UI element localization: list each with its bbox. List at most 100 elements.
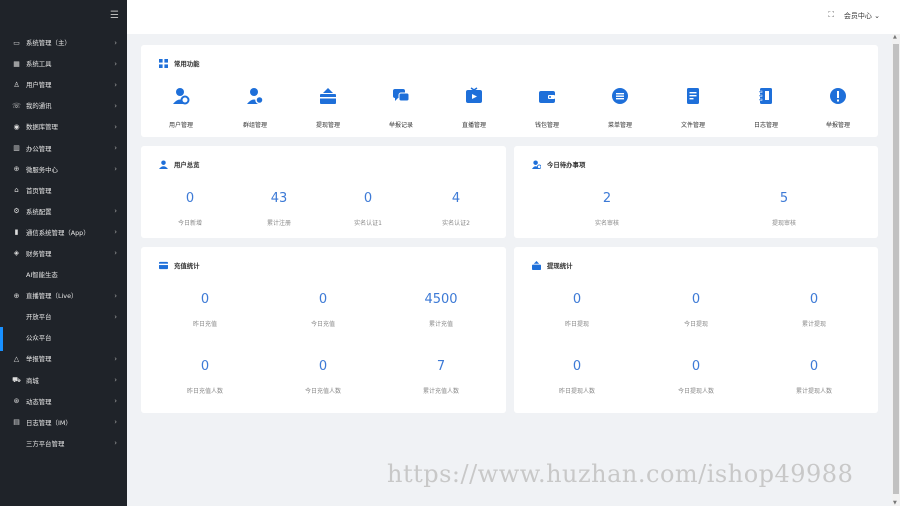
stat-item: 0 累计提现人数 xyxy=(769,359,859,395)
scroll-thumb[interactable] xyxy=(893,44,899,494)
stat-item: 0 今日充值 xyxy=(278,292,368,328)
tv-play-icon xyxy=(466,87,482,103)
sidebar-item-label: 举报管理 xyxy=(26,355,52,364)
sidebar-item[interactable]: ▦ 系统工具 › xyxy=(0,53,127,74)
function-shortcut[interactable]: 提现管理 xyxy=(298,87,358,129)
sidebar-item[interactable]: ⊛ 动态管理 › xyxy=(0,391,127,412)
sidebar-item[interactable]: ⛟ 商城 › xyxy=(0,370,127,391)
sidebar-item-label: 通信系统管理（App） xyxy=(26,228,90,237)
function-shortcut[interactable]: 直播管理 xyxy=(444,87,504,129)
stat-value: 5 xyxy=(779,191,789,206)
sidebar-item[interactable]: △ 举报管理 › xyxy=(0,348,127,369)
sidebar-item[interactable]: ▮ 通信系统管理（App） › xyxy=(0,222,127,243)
function-shortcut[interactable]: 举报管理 xyxy=(808,87,868,129)
function-shortcut[interactable]: 钱包管理 xyxy=(517,87,577,129)
stat-value: 0 xyxy=(363,191,373,206)
function-shortcut[interactable]: 用户管理 xyxy=(151,87,211,129)
sidebar-item-label: 三方平台管理 xyxy=(26,439,65,448)
member-center-menu[interactable]: 会员中心 ⌄ xyxy=(844,11,880,21)
function-shortcut[interactable]: 菜单管理 xyxy=(590,87,650,129)
stat-label: 累计提现 xyxy=(801,321,826,328)
sidebar-item[interactable]: AI智能生态 xyxy=(0,264,127,285)
sidebar-item[interactable]: ⌂ 首页管理 xyxy=(0,180,127,201)
top-bar: ⛶ 会员中心 ⌄ xyxy=(127,0,900,34)
sidebar-item[interactable]: ▥ 办公管理 › xyxy=(0,137,127,158)
stat-item: 0 昨日提现人数 xyxy=(532,359,622,395)
sidebar-item[interactable]: ⊕ 微服务中心 › xyxy=(0,159,127,180)
sidebar: ☰ ▭ 系统管理（主） › ▦ 系统工具 › ♙ 用户管理 › ☏ 我的通讯 › ◉ 数据库管理 › ▥ 办公管… xyxy=(0,0,127,506)
todo-card: 今日待办事项 2 实名审核 5 提现审核 xyxy=(514,146,878,238)
chevron-right-icon: › xyxy=(114,376,117,385)
stat-value: 4500 xyxy=(424,292,458,307)
stat-value: 0 xyxy=(185,191,195,206)
stat-value: 0 xyxy=(318,359,328,374)
sidebar-item[interactable]: 三方平台管理 › xyxy=(0,433,127,454)
document-icon xyxy=(687,88,699,104)
users-icon: ♙ xyxy=(13,80,20,89)
dynamic-icon: ⊛ xyxy=(13,397,20,406)
function-label: 文件管理 xyxy=(680,122,705,129)
stat-label: 今日新增 xyxy=(177,220,202,227)
function-label: 用户管理 xyxy=(168,122,193,129)
alert-icon xyxy=(830,88,846,104)
sidebar-item-label: 用户管理 xyxy=(26,81,52,90)
sidebar-item-label: 系统工具 xyxy=(26,60,52,69)
scroll-down-icon[interactable]: ▼ xyxy=(893,500,897,506)
page-scrollbar[interactable]: ▲ ▼ xyxy=(892,34,900,506)
chevron-right-icon: › xyxy=(114,354,117,363)
phone-icon: ☏ xyxy=(12,101,21,110)
sidebar-item[interactable]: ▭ 系统管理（主） › xyxy=(0,32,127,53)
sidebar-item-label: 系统配置 xyxy=(26,207,52,216)
stat-label: 实名认证1 xyxy=(354,220,382,227)
function-shortcut[interactable]: 群组管理 xyxy=(225,87,285,129)
sidebar-item[interactable]: 开放平台 › xyxy=(0,306,127,327)
log-icon: ▤ xyxy=(13,418,20,427)
withdraw-stats-card: 提现统计 0 昨日提现 0 今日提现 0 累计提现 0 昨日提现人数 0 今日提现人数 0 累计提现人… xyxy=(514,247,878,413)
fullscreen-icon[interactable]: ⛶ xyxy=(828,10,834,20)
stat-value: 0 xyxy=(809,292,819,307)
chevron-right-icon: › xyxy=(114,291,117,300)
card-title: 用户总览 xyxy=(159,160,200,169)
stat-item: 0 累计提现 xyxy=(769,292,859,328)
sidebar-item[interactable]: ▤ 日志管理（IM） › xyxy=(0,412,127,433)
warning-icon: △ xyxy=(13,354,20,363)
function-label: 菜单管理 xyxy=(607,122,632,129)
sidebar-item[interactable]: ⚙ 系统配置 › xyxy=(0,201,127,222)
chevron-right-icon: › xyxy=(114,59,117,68)
group-settings-icon xyxy=(247,88,264,105)
bar-chart-icon: ▮ xyxy=(14,228,19,237)
live-icon: ⊕ xyxy=(13,291,20,300)
card-icon xyxy=(159,261,168,270)
stat-label: 昨日提现人数 xyxy=(558,388,595,395)
card-title: 常用功能 xyxy=(159,59,200,68)
sidebar-item[interactable]: 公众平台 xyxy=(0,327,127,348)
stat-value: 0 xyxy=(572,292,582,307)
sidebar-item-label: 系统管理（主） xyxy=(26,39,71,48)
common-functions-card: 常用功能 用户管理 群组管理 提现管理 举报记录 直播管理 钱包管理 菜单管理 文件管理 日志管… xyxy=(141,45,878,137)
sidebar-item[interactable]: ♙ 用户管理 › xyxy=(0,74,127,95)
chevron-right-icon: › xyxy=(114,38,117,47)
sidebar-item[interactable]: ⊕ 直播管理（Live） › xyxy=(0,285,127,306)
function-shortcut[interactable]: 文件管理 xyxy=(663,87,723,129)
user-icon xyxy=(159,160,168,169)
sidebar-item[interactable]: ☏ 我的通讯 › xyxy=(0,95,127,116)
sidebar-item[interactable]: ◈ 财务管理 › xyxy=(0,243,127,264)
card-title: 今日待办事项 xyxy=(532,160,585,169)
sidebar-item-label: 首页管理 xyxy=(26,186,52,195)
stat-label: 今日提现人数 xyxy=(677,388,714,395)
chevron-right-icon: › xyxy=(114,228,117,237)
function-label: 日志管理 xyxy=(753,122,778,129)
card-title: 提现统计 xyxy=(532,261,573,270)
function-label: 群组管理 xyxy=(242,122,267,129)
chevron-right-icon: › xyxy=(114,439,117,448)
function-shortcut[interactable]: 举报记录 xyxy=(371,87,431,129)
sidebar-item[interactable]: ◉ 数据库管理 › xyxy=(0,116,127,137)
stat-value: 0 xyxy=(691,292,701,307)
collapse-menu-icon[interactable]: ☰ xyxy=(110,10,119,21)
sidebar-item-label: 公众平台 xyxy=(26,334,52,343)
function-label: 钱包管理 xyxy=(534,122,559,129)
chevron-right-icon: › xyxy=(114,165,117,174)
function-shortcut[interactable]: 日志管理 xyxy=(736,87,796,129)
scroll-up-icon[interactable]: ▲ xyxy=(893,34,897,40)
database-icon: ◉ xyxy=(13,122,20,131)
